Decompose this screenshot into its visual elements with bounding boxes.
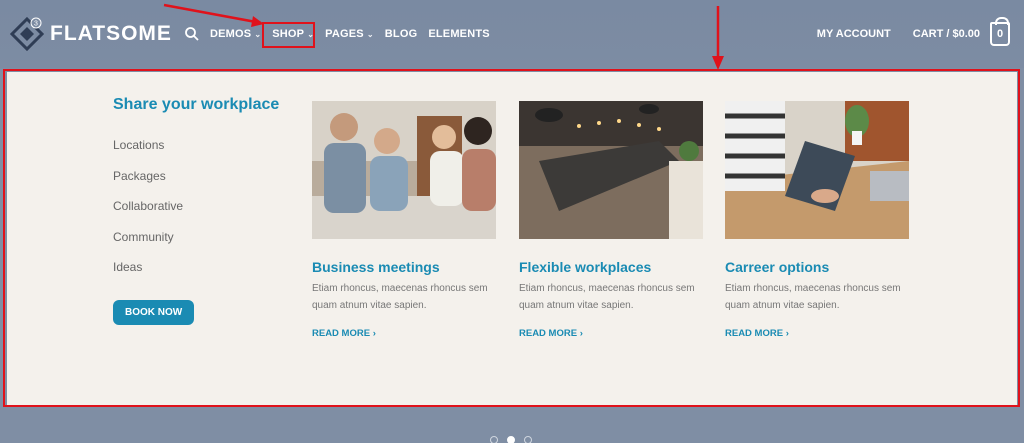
cart-icon[interactable]: 0 — [990, 17, 1010, 46]
slider-dot[interactable] — [507, 436, 515, 443]
card-title[interactable]: Carreer options — [725, 259, 909, 275]
book-now-button[interactable]: BOOK NOW — [113, 299, 195, 325]
mega-menu-sidebar: Share your workplace Locations Packages … — [113, 96, 303, 325]
card-title[interactable]: Flexible workplaces — [519, 259, 703, 275]
chevron-down-icon: ⌄ — [254, 29, 262, 39]
slider-dot[interactable] — [490, 436, 498, 443]
nav-item-elements[interactable]: ELEMENTS — [428, 28, 490, 40]
mega-menu-heading: Share your workplace — [113, 96, 280, 113]
account-nav: MY ACCOUNT CART / $0.00 0 — [817, 17, 1010, 46]
read-more-link[interactable]: READ MORE › — [519, 328, 703, 339]
header: 3 FLATSOME DEMOS ⌄ SHOP ⌄ PAGES ⌄ BLOG E… — [0, 0, 1024, 68]
svg-text:3: 3 — [34, 21, 38, 28]
nav-item-pages[interactable]: PAGES ⌄ — [325, 28, 374, 40]
logo[interactable]: 3 FLATSOME — [10, 16, 172, 52]
nav-item-label: ELEMENTS — [428, 28, 490, 40]
shop-mega-menu: Share your workplace Locations Packages … — [7, 72, 1017, 405]
read-more-link[interactable]: READ MORE › — [725, 328, 909, 339]
menu-link-community[interactable]: Community — [113, 230, 303, 261]
card-flexible-workplaces: Flexible workplaces Etiam rhoncus, maece… — [519, 101, 703, 339]
menu-link-collaborative[interactable]: Collaborative — [113, 199, 303, 230]
chevron-right-icon: › — [372, 328, 376, 339]
card-text: Etiam rhoncus, maecenas rhoncus sem quam… — [519, 283, 695, 311]
card-image[interactable] — [312, 101, 496, 239]
menu-link-packages[interactable]: Packages — [113, 169, 303, 200]
read-more-label: READ MORE — [725, 328, 784, 339]
menu-link-locations[interactable]: Locations — [113, 138, 303, 169]
menu-link-ideas[interactable]: Ideas — [113, 260, 303, 291]
brand-name: FLATSOME — [50, 22, 172, 45]
card-title[interactable]: Business meetings — [312, 259, 496, 275]
arrow-annotation-icon — [163, 3, 264, 27]
chevron-right-icon: › — [579, 328, 583, 339]
read-more-link[interactable]: READ MORE › — [312, 328, 496, 339]
card-image[interactable] — [519, 101, 703, 239]
nav-item-blog[interactable]: BLOG — [385, 28, 418, 40]
logo-mark-icon: 3 — [10, 17, 44, 51]
nav-item-label: PAGES — [325, 28, 364, 40]
card-text: Etiam rhoncus, maecenas rhoncus sem quam… — [312, 283, 488, 311]
card-image[interactable] — [725, 101, 909, 239]
card-carreer-options: Carreer options Etiam rhoncus, maecenas … — [725, 101, 909, 339]
slider-dots — [490, 436, 532, 443]
card-text: Etiam rhoncus, maecenas rhoncus sem quam… — [725, 283, 901, 311]
chevron-right-icon: › — [785, 328, 789, 339]
slider-dot[interactable] — [524, 436, 532, 443]
card-business-meetings: Business meetings Etiam rhoncus, maecena… — [312, 101, 496, 339]
arrow-annotation-icon — [712, 6, 724, 70]
read-more-label: READ MORE — [519, 328, 578, 339]
read-more-label: READ MORE — [312, 328, 371, 339]
nav-item-label: BLOG — [384, 28, 418, 40]
cart-count: 0 — [996, 28, 1004, 40]
my-account-link[interactable]: MY ACCOUNT — [817, 28, 891, 40]
cart-link[interactable]: CART / $0.00 — [913, 28, 980, 40]
chevron-down-icon: ⌄ — [366, 29, 374, 39]
